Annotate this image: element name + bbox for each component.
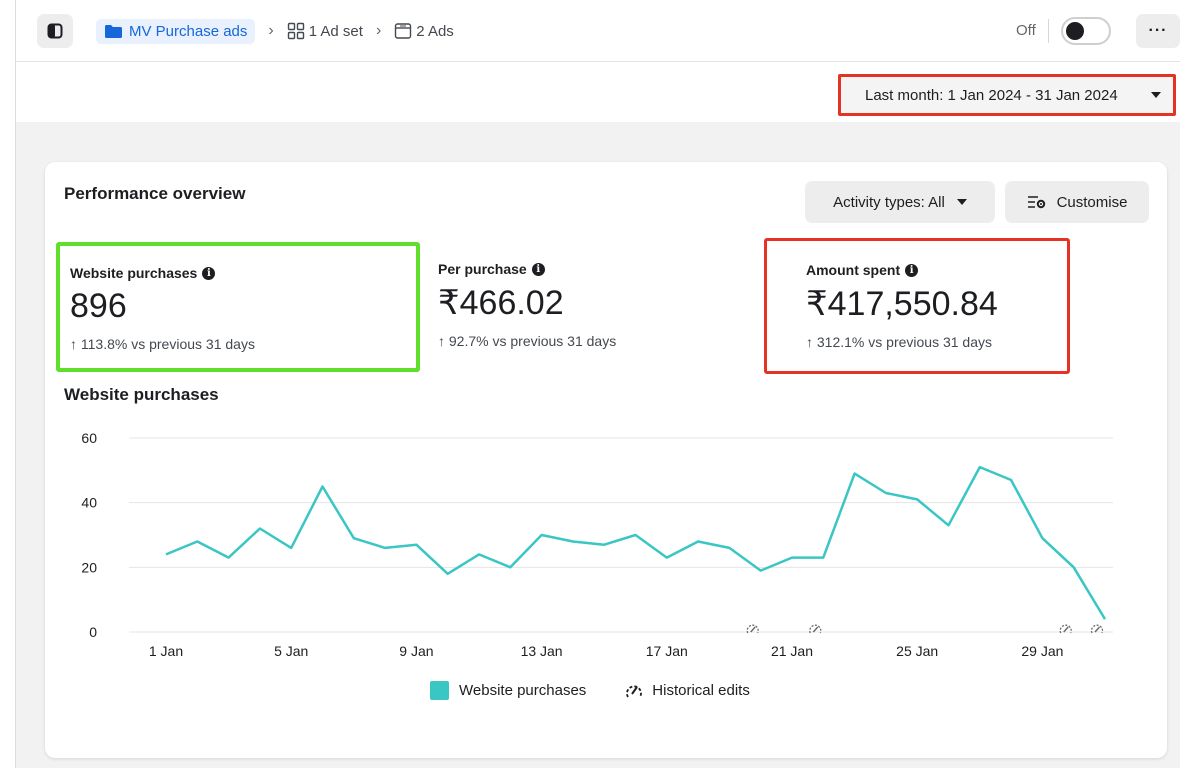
top-bar: MV Purchase ads › 1 Ad set › 2 Ads Off ·… <box>16 0 1180 62</box>
breadcrumb-ad-set-label: 1 Ad set <box>308 22 363 40</box>
y-tick-label: 0 <box>89 624 97 640</box>
metric-label: Amount spent i <box>806 262 1067 278</box>
metric-label: Website purchases i <box>70 265 416 281</box>
breadcrumb-campaign-label: MV Purchase ads <box>129 22 248 40</box>
more-options-button[interactable]: ··· <box>1136 14 1180 48</box>
performance-card: Performance overview Activity types: All… <box>45 162 1167 758</box>
info-icon[interactable]: i <box>202 266 216 280</box>
info-icon[interactable]: i <box>531 262 545 276</box>
breadcrumb: MV Purchase ads › 1 Ad set › 2 Ads <box>96 17 454 45</box>
metric-value: ₹466.02 <box>438 284 564 322</box>
legend-series-label: Website purchases <box>459 682 587 699</box>
chart-title: Website purchases <box>64 385 219 404</box>
status-toggle[interactable] <box>1060 17 1111 45</box>
folder-icon <box>105 24 122 38</box>
x-tick-label: 5 Jan <box>274 643 308 659</box>
metric-amount-spent[interactable]: Amount spent i ₹417,550.84 ↑ 312.1% vs p… <box>764 238 1070 374</box>
series-line-website-purchases <box>165 465 1107 620</box>
date-range-picker[interactable]: Last month: 1 Jan 2024 - 31 Jan 2024 <box>838 74 1176 116</box>
legend-series-swatch[interactable] <box>430 681 449 700</box>
y-tick-label: 20 <box>81 559 97 575</box>
metric-change: ↑ 312.1% vs previous 31 days <box>806 334 992 350</box>
historical-edit-marker-needle <box>1063 626 1069 633</box>
breadcrumb-ads-label: 2 Ads <box>416 22 454 40</box>
x-tick-label: 25 Jan <box>896 643 938 659</box>
historical-edit-icon <box>624 682 644 700</box>
left-edge-strip <box>0 0 16 768</box>
metric-change: ↑ 92.7% vs previous 31 days <box>438 333 617 349</box>
info-icon[interactable]: i <box>905 263 919 277</box>
chart-legend: Website purchases Historical edits <box>430 681 750 700</box>
ad-frame-icon <box>395 23 412 39</box>
customise-icon <box>1027 196 1045 209</box>
metric-label-text: Amount spent <box>806 262 901 278</box>
x-tick-label: 17 Jan <box>646 643 688 659</box>
x-tick-label: 13 Jan <box>521 643 563 659</box>
metric-value: 896 <box>70 287 127 325</box>
x-tick-label: 1 Jan <box>149 643 183 659</box>
caret-down-icon <box>1151 92 1161 98</box>
website-purchases-chart: 0 20 40 60 1 Jan 5 Jan 9 Jan 13 Jan 17 Jan 21 Jan… <box>81 430 1113 659</box>
metric-website-purchases[interactable]: Website purchases i 896 ↑ 113.8% vs prev… <box>56 242 420 372</box>
grid-icon <box>287 22 304 40</box>
status-label: Off <box>1016 19 1049 43</box>
metric-label-text: Website purchases <box>70 265 198 281</box>
y-tick-label: 40 <box>81 495 97 511</box>
date-range-label: Last month: 1 Jan 2024 - 31 Jan 2024 <box>865 86 1118 104</box>
chevron-right-icon: › <box>375 22 382 39</box>
historical-edit-marker-needle <box>750 626 756 633</box>
legend-edits-label: Historical edits <box>652 682 750 699</box>
metric-change: ↑ 113.8% vs previous 31 days <box>70 336 255 352</box>
performance-title: Performance overview <box>64 184 246 203</box>
activity-types-label: Activity types: All <box>833 193 945 211</box>
metric-label: Per purchase i <box>438 261 616 277</box>
metric-per-purchase[interactable]: Per purchase i ₹466.02 ↑ 92.7% vs previo… <box>438 261 616 349</box>
customise-label: Customise <box>1056 193 1128 211</box>
x-tick-label: 29 Jan <box>1021 643 1063 659</box>
x-tick-label: 21 Jan <box>771 643 813 659</box>
chevron-right-icon: › <box>268 22 274 39</box>
panel-icon <box>47 23 63 39</box>
breadcrumb-campaign[interactable]: MV Purchase ads <box>96 18 256 44</box>
historical-edit-marker-needle <box>812 626 819 633</box>
x-tick-label: 9 Jan <box>399 643 433 659</box>
breadcrumb-ad-set[interactable]: 1 Ad set <box>287 22 363 40</box>
customise-button[interactable]: Customise <box>1005 181 1149 223</box>
panel-toggle-button[interactable] <box>37 14 73 48</box>
date-band: Last month: 1 Jan 2024 - 31 Jan 2024 <box>16 62 1180 122</box>
metric-value: ₹417,550.84 <box>806 285 998 323</box>
caret-down-icon <box>956 199 967 205</box>
breadcrumb-ads[interactable]: 2 Ads <box>394 22 454 40</box>
activity-types-dropdown[interactable]: Activity types: All <box>805 181 995 223</box>
metric-label-text: Per purchase <box>438 261 527 277</box>
toggle-knob <box>1065 22 1084 40</box>
historical-edit-marker-needle <box>1094 626 1101 633</box>
status-control: Off <box>1016 14 1111 48</box>
y-tick-label: 60 <box>81 430 97 446</box>
